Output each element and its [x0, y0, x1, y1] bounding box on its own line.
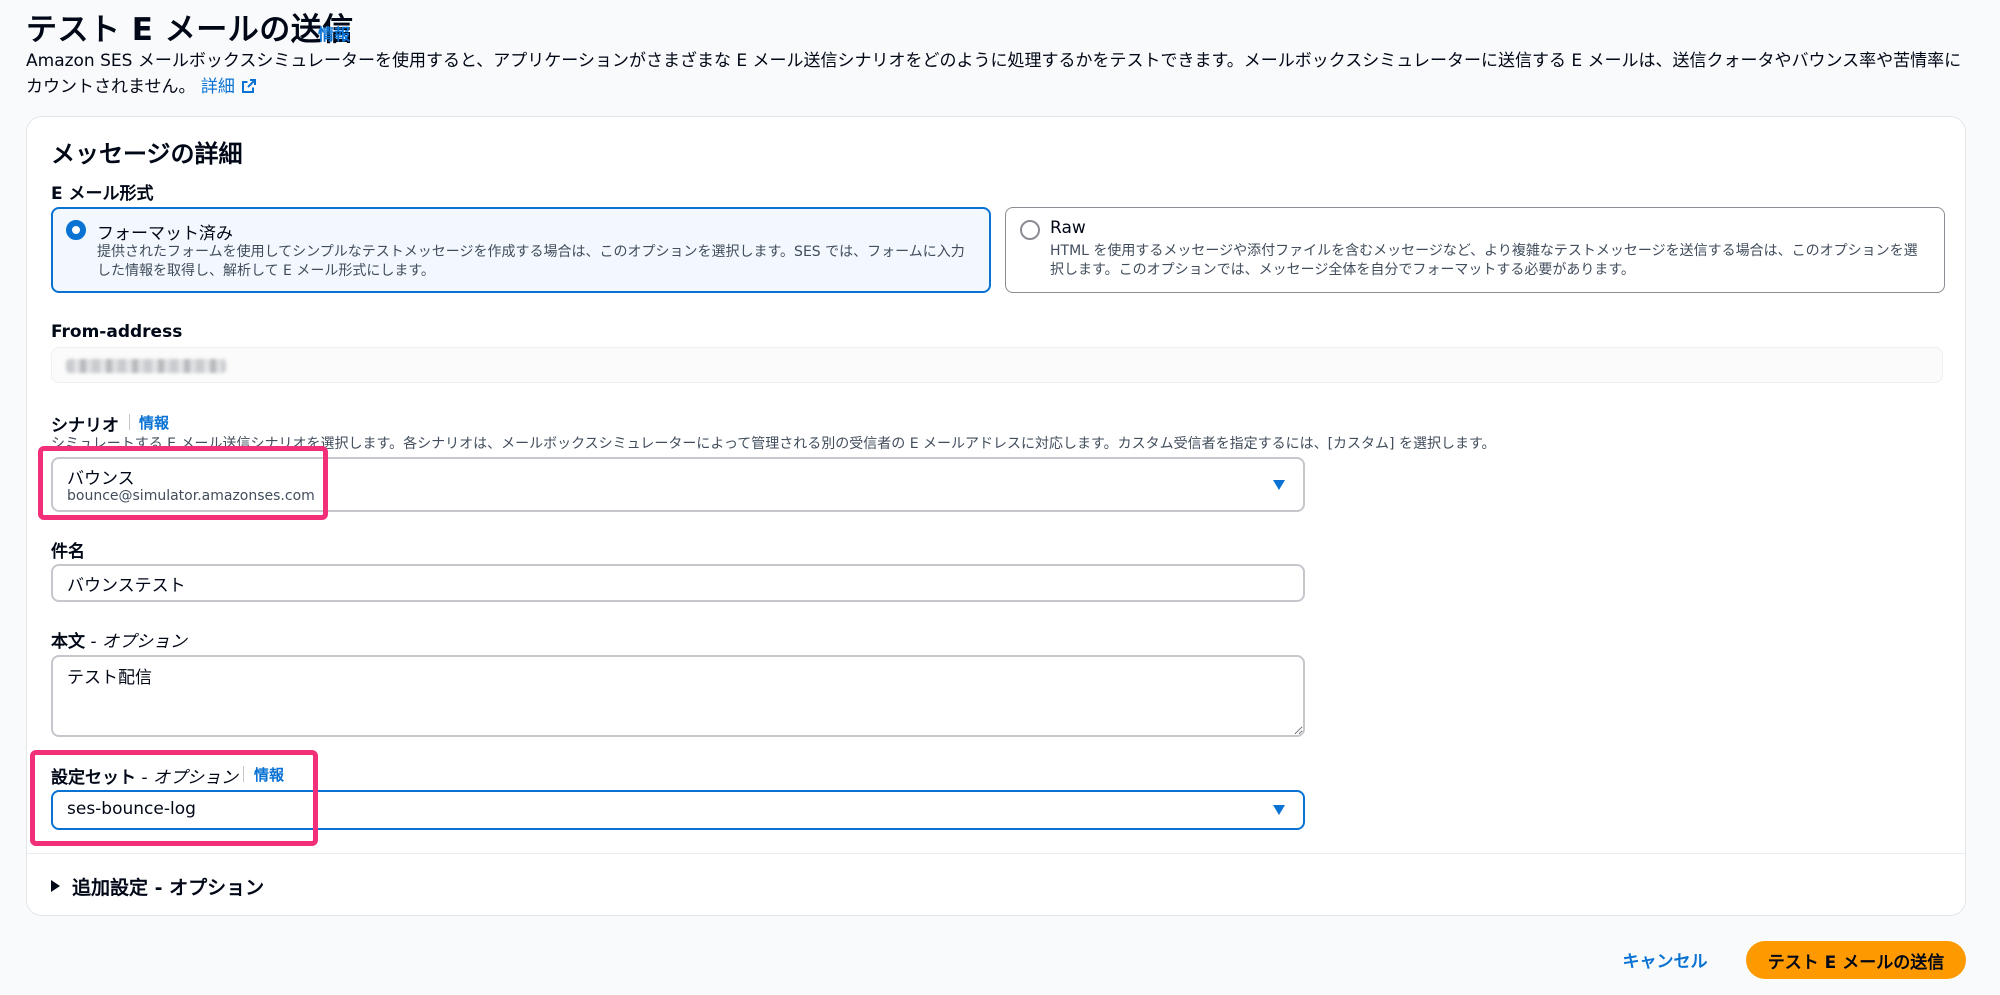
body-textarea[interactable]: テスト配信 — [51, 655, 1305, 737]
caret-right-icon — [51, 880, 60, 892]
format-option-raw[interactable]: Raw HTML を使用するメッセージや添付ファイルを含むメッセージなど、より複… — [1005, 207, 1945, 293]
label-divider — [129, 414, 130, 430]
scenario-selected-address: bounce@simulator.amazonses.com — [67, 488, 315, 504]
chevron-down-icon — [1273, 805, 1285, 815]
title-info-link[interactable]: 情報 — [318, 21, 350, 45]
scenario-selected-label: バウンス — [67, 469, 135, 489]
format-option-description: HTML を使用するメッセージや添付ファイルを含むメッセージなど、より複雑なテス… — [1050, 243, 1918, 278]
detail-link[interactable]: 詳細 — [201, 77, 257, 97]
from-address-field — [51, 347, 1943, 383]
page-description: Amazon SES メールボックスシミュレーターを使用すると、アプリケーション… — [26, 48, 1976, 102]
configuration-set-selected: ses-bounce-log — [67, 799, 196, 819]
scenario-info-link[interactable]: 情報 — [139, 412, 169, 433]
subject-input[interactable] — [51, 564, 1305, 602]
additional-settings-expander[interactable]: 追加設定 - オプション — [51, 873, 264, 900]
radio-unselected-icon[interactable] — [1020, 220, 1040, 240]
label-divider — [243, 766, 244, 782]
detail-link-label: 詳細 — [200, 77, 235, 97]
cancel-button[interactable]: キャンセル — [1610, 940, 1720, 978]
section-title: メッセージの詳細 — [51, 140, 243, 168]
configuration-set-info-link[interactable]: 情報 — [254, 764, 284, 785]
message-details-container: メッセージの詳細 E メール形式 フォーマット済み 提供されたフォームを使用して… — [26, 116, 1966, 916]
page-title: テスト E メールの送信 — [26, 12, 354, 48]
configuration-set-label-text: 設定セット — [51, 768, 136, 788]
subject-label: 件名 — [51, 542, 85, 562]
optional-suffix: - オプション — [136, 768, 238, 788]
chevron-down-icon — [1273, 480, 1285, 490]
description-text: Amazon SES メールボックスシミュレーターを使用すると、アプリケーション… — [26, 51, 1962, 97]
format-option-formatted[interactable]: フォーマット済み 提供されたフォームを使用してシンプルなテストメッセージを作成す… — [51, 207, 991, 293]
format-option-description: 提供されたフォームを使用してシンプルなテストメッセージを作成する場合は、このオプ… — [97, 244, 965, 279]
radio-selected-icon[interactable] — [66, 220, 86, 240]
format-option-title: フォーマット済み — [97, 224, 233, 244]
external-link-icon — [241, 76, 257, 102]
configuration-set-select[interactable]: ses-bounce-log — [51, 790, 1305, 830]
section-divider — [27, 853, 1965, 854]
scenario-hint: シミュレートする E メール送信シナリオを選択します。各シナリオは、メールボック… — [51, 436, 1496, 452]
send-test-email-button[interactable]: テスト E メールの送信 — [1746, 941, 1966, 979]
body-label: 本文 - オプション — [51, 627, 187, 652]
redacted-email — [66, 359, 226, 373]
from-address-label: From-address — [51, 322, 183, 342]
configuration-set-label: 設定セット - オプション — [51, 763, 238, 788]
email-format-label: E メール形式 — [51, 184, 154, 204]
scenario-select[interactable]: バウンス bounce@simulator.amazonses.com — [51, 457, 1305, 512]
optional-suffix: - オプション — [85, 632, 187, 652]
format-option-title: Raw — [1050, 218, 1086, 238]
body-label-text: 本文 — [51, 632, 85, 652]
additional-settings-label: 追加設定 - オプション — [72, 877, 265, 899]
